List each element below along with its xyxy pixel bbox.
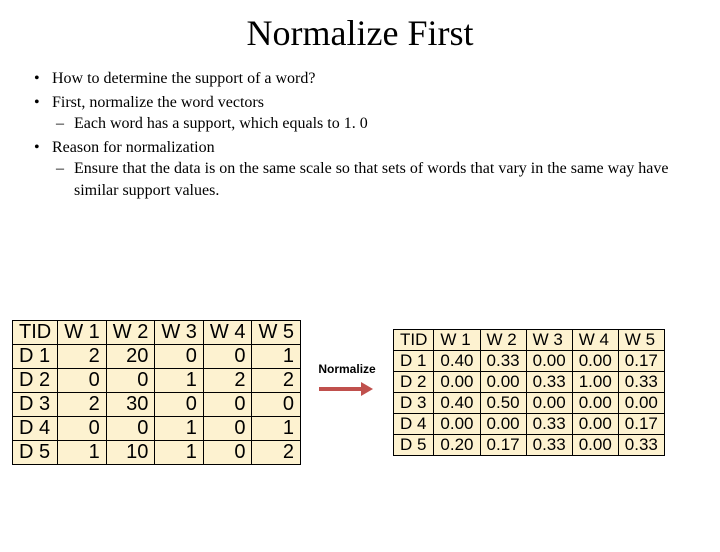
cell: 0.33	[526, 435, 572, 456]
cell: 0.00	[434, 414, 480, 435]
table-row: D 3 0.40 0.50 0.00 0.00 0.00	[394, 393, 665, 414]
cell: 0.00	[572, 351, 618, 372]
col-header: W 2	[106, 321, 155, 345]
cell: 0.00	[572, 435, 618, 456]
cell: 0.00	[480, 372, 526, 393]
cell: 0.40	[434, 393, 480, 414]
cell: 30	[106, 393, 155, 417]
col-header: W 5	[252, 321, 301, 345]
table-row: D 2 0 0 1 2 2	[13, 369, 301, 393]
cell: 2	[203, 369, 252, 393]
cell: 0.00	[434, 372, 480, 393]
cell: 10	[106, 441, 155, 465]
table-row: D 1 0.40 0.33 0.00 0.00 0.17	[394, 351, 665, 372]
table-row: D 4 0.00 0.00 0.33 0.00 0.17	[394, 414, 665, 435]
cell: 0.50	[480, 393, 526, 414]
bullet-item: First, normalize the word vectors Each w…	[52, 92, 690, 135]
cell: 1.00	[572, 372, 618, 393]
row-header: D 1	[394, 351, 434, 372]
bullet-list: How to determine the support of a word? …	[30, 68, 690, 202]
cell: 0.33	[618, 372, 664, 393]
cell: 2	[58, 345, 107, 369]
cell: 0	[252, 393, 301, 417]
col-header: W 3	[155, 321, 204, 345]
slide-title: Normalize First	[0, 12, 720, 54]
cell: 0.17	[480, 435, 526, 456]
cell: 1	[58, 441, 107, 465]
col-header: W 5	[618, 330, 664, 351]
table-header-row: TID W 1 W 2 W 3 W 4 W 5	[394, 330, 665, 351]
row-header: D 3	[13, 393, 58, 417]
col-header: W 1	[434, 330, 480, 351]
cell: 0.00	[618, 393, 664, 414]
col-header: W 2	[480, 330, 526, 351]
row-header: D 5	[13, 441, 58, 465]
cell: 2	[252, 441, 301, 465]
row-header: D 3	[394, 393, 434, 414]
cell: 0.00	[526, 351, 572, 372]
cell: 0.33	[526, 414, 572, 435]
cell: 0.00	[572, 393, 618, 414]
cell: 0.00	[526, 393, 572, 414]
col-header: TID	[394, 330, 434, 351]
cell: 1	[155, 417, 204, 441]
arrow-right-icon	[319, 382, 375, 396]
row-header: D 1	[13, 345, 58, 369]
cell: 1	[155, 369, 204, 393]
table-row: D 4 0 0 1 0 1	[13, 417, 301, 441]
cell: 0	[203, 393, 252, 417]
cell: 1	[252, 417, 301, 441]
col-header: W 3	[526, 330, 572, 351]
cell: 0	[106, 417, 155, 441]
cell: 2	[58, 393, 107, 417]
cell: 0.33	[526, 372, 572, 393]
table-row: D 5 1 10 1 0 2	[13, 441, 301, 465]
cell: 1	[252, 345, 301, 369]
table-row: D 3 2 30 0 0 0	[13, 393, 301, 417]
tables-container: TID W 1 W 2 W 3 W 4 W 5 D 1 2 20 0 0 1 D…	[12, 320, 710, 465]
cell: 0	[155, 345, 204, 369]
row-header: D 2	[13, 369, 58, 393]
table-header-row: TID W 1 W 2 W 3 W 4 W 5	[13, 321, 301, 345]
row-header: D 4	[394, 414, 434, 435]
raw-data-table: TID W 1 W 2 W 3 W 4 W 5 D 1 2 20 0 0 1 D…	[12, 320, 301, 465]
cell: 0.20	[434, 435, 480, 456]
cell: 2	[252, 369, 301, 393]
sub-bullet-item: Ensure that the data is on the same scal…	[74, 158, 690, 201]
cell: 0	[203, 345, 252, 369]
cell: 0.17	[618, 351, 664, 372]
col-header: W 4	[572, 330, 618, 351]
col-header: W 1	[58, 321, 107, 345]
cell: 0.33	[480, 351, 526, 372]
cell: 1	[155, 441, 204, 465]
cell: 0.40	[434, 351, 480, 372]
sub-bullet-item: Each word has a support, which equals to…	[74, 113, 690, 135]
table-row: D 2 0.00 0.00 0.33 1.00 0.33	[394, 372, 665, 393]
bullet-item: How to determine the support of a word?	[52, 68, 690, 90]
cell: 0	[203, 441, 252, 465]
cell: 0.17	[618, 414, 664, 435]
row-header: D 2	[394, 372, 434, 393]
bullet-text: First, normalize the word vectors	[52, 94, 264, 111]
cell: 0.00	[480, 414, 526, 435]
col-header: W 4	[203, 321, 252, 345]
table-row: D 5 0.20 0.17 0.33 0.00 0.33	[394, 435, 665, 456]
cell: 0.00	[572, 414, 618, 435]
cell: 0	[106, 369, 155, 393]
normalize-arrow-group: Normalize	[309, 376, 385, 410]
row-header: D 5	[394, 435, 434, 456]
col-header: TID	[13, 321, 58, 345]
cell: 0	[155, 393, 204, 417]
cell: 20	[106, 345, 155, 369]
cell: 0	[203, 417, 252, 441]
cell: 0	[58, 369, 107, 393]
table-row: D 1 2 20 0 0 1	[13, 345, 301, 369]
row-header: D 4	[13, 417, 58, 441]
normalize-label: Normalize	[318, 362, 375, 376]
normalized-data-table: TID W 1 W 2 W 3 W 4 W 5 D 1 0.40 0.33 0.…	[393, 329, 665, 456]
cell: 0	[58, 417, 107, 441]
bullet-item: Reason for normalization Ensure that the…	[52, 137, 690, 202]
bullet-text: Reason for normalization	[52, 139, 215, 156]
cell: 0.33	[618, 435, 664, 456]
